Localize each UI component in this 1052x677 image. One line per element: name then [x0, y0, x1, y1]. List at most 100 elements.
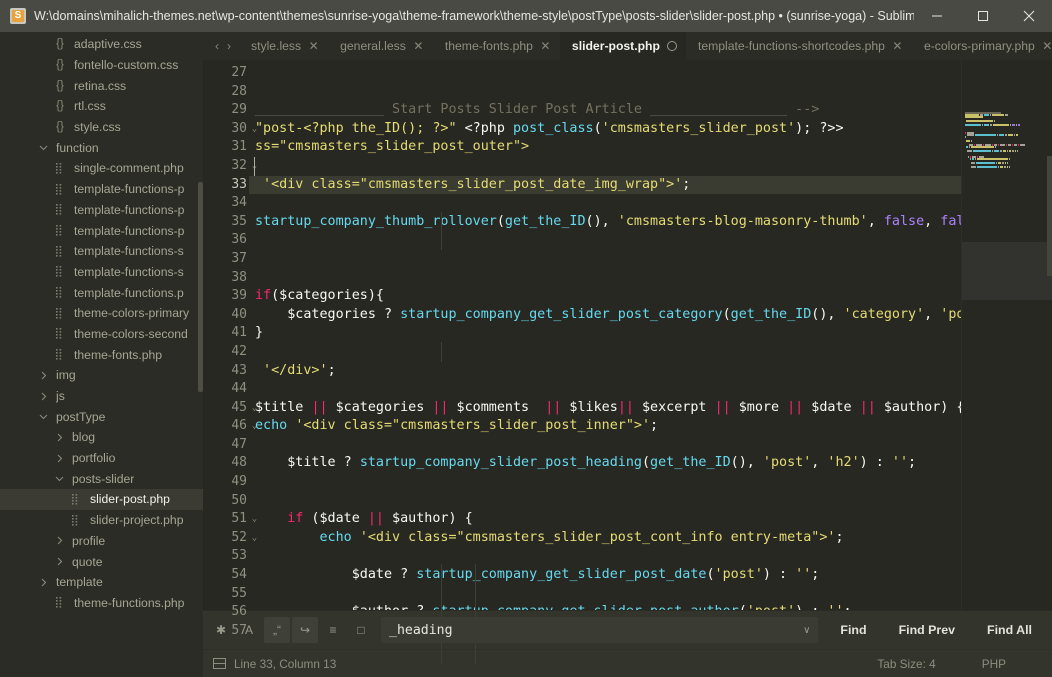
- tab-e-colors-primary-php[interactable]: e-colors-primary.php ✕: [912, 32, 1052, 60]
- find-history-dropdown-icon[interactable]: ∨: [797, 625, 810, 636]
- chevron-right-icon[interactable]: [36, 392, 50, 401]
- code-line[interactable]: [249, 436, 961, 455]
- tree-item-rtl-css[interactable]: {} rtl.css: [0, 96, 203, 117]
- code-content[interactable]: ________________ Start Posts Slider Post…: [249, 60, 961, 610]
- code-line[interactable]: $categories ? startup_company_get_slider…: [249, 306, 961, 325]
- code-line[interactable]: [249, 492, 961, 511]
- chevron-right-icon[interactable]: [52, 536, 66, 545]
- tree-item-theme-fonts-php[interactable]: theme-fonts.php: [0, 344, 203, 365]
- tree-item-posttype[interactable]: postType: [0, 406, 203, 427]
- minimap[interactable]: [961, 60, 1052, 610]
- code-line[interactable]: [249, 250, 961, 269]
- whole-word-toggle[interactable]: „“: [264, 617, 290, 643]
- code-line[interactable]: startup_company_thumb_rollover(get_the_I…: [249, 213, 961, 232]
- tab-close-icon[interactable]: ✕: [1042, 39, 1052, 53]
- minimize-button[interactable]: [914, 0, 960, 32]
- tab-prev-icon[interactable]: ‹: [211, 39, 223, 53]
- chevron-right-icon[interactable]: [36, 578, 50, 587]
- code-line[interactable]: $date ? startup_company_get_slider_post_…: [249, 566, 961, 585]
- code-line[interactable]: $title ? startup_company_slider_post_hea…: [249, 454, 961, 473]
- chevron-down-icon[interactable]: [36, 412, 50, 421]
- tree-item-theme-colors-second[interactable]: theme-colors-second: [0, 324, 203, 345]
- chevron-right-icon[interactable]: [52, 454, 66, 463]
- tree-item-template-functions-p[interactable]: template-functions-p: [0, 200, 203, 221]
- code-line[interactable]: echo '<div class="cmsmasters_slider_post…: [249, 529, 961, 548]
- code-line[interactable]: [249, 269, 961, 288]
- code-line[interactable]: $title || $categories || $comments || $l…: [249, 399, 961, 418]
- in-selection-toggle[interactable]: ≡: [320, 617, 346, 643]
- tree-item-js[interactable]: js: [0, 386, 203, 407]
- tree-item-slider-project-php[interactable]: slider-project.php: [0, 510, 203, 531]
- tree-item-blog[interactable]: blog: [0, 427, 203, 448]
- tree-item-retina-css[interactable]: {} retina.css: [0, 75, 203, 96]
- tab-navigation[interactable]: ‹ ›: [203, 32, 239, 60]
- tree-item-posts-slider[interactable]: posts-slider: [0, 468, 203, 489]
- close-button[interactable]: [1006, 0, 1052, 32]
- tree-item-profile[interactable]: profile: [0, 531, 203, 552]
- search-input[interactable]: _heading: [389, 623, 797, 638]
- find-input-wrapper[interactable]: _heading ∨: [381, 617, 819, 643]
- tree-item-template-functions-p[interactable]: template-functions-p: [0, 179, 203, 200]
- tree-item-quote[interactable]: quote: [0, 551, 203, 572]
- code-line[interactable]: [249, 343, 961, 362]
- tab-next-icon[interactable]: ›: [223, 39, 235, 53]
- code-line[interactable]: [249, 473, 961, 492]
- code-line[interactable]: "post-<?php the_ID(); ?>" <?php post_cla…: [249, 120, 961, 139]
- tab-close-icon[interactable]: ✕: [308, 39, 319, 53]
- tab-slider-post-php[interactable]: slider-post.php: [559, 32, 686, 60]
- chevron-down-icon[interactable]: [52, 474, 66, 483]
- tree-item-theme-colors-primary[interactable]: theme-colors-primary: [0, 303, 203, 324]
- find-all-button[interactable]: Find All: [971, 623, 1048, 637]
- cursor-position[interactable]: Line 33, Column 13: [234, 657, 336, 671]
- tree-item-template[interactable]: template: [0, 572, 203, 593]
- minimap-viewport[interactable]: [962, 242, 1052, 300]
- code-line[interactable]: '<div class="cmsmasters_slider_post_date…: [249, 175, 961, 195]
- code-line[interactable]: [249, 83, 961, 102]
- tree-item-portfolio[interactable]: portfolio: [0, 448, 203, 469]
- tree-item-fontello-custom-css[interactable]: {} fontello-custom.css: [0, 55, 203, 76]
- file-tree-sidebar[interactable]: {} adaptive.css {} fontello-custom.css {} ret…: [0, 32, 203, 677]
- tree-item-function[interactable]: function: [0, 137, 203, 158]
- tree-item-template-functions-p[interactable]: template-functions-p: [0, 220, 203, 241]
- chevron-down-icon[interactable]: [36, 143, 50, 152]
- code-line[interactable]: [249, 194, 961, 213]
- tree-item-template-functions-s[interactable]: template-functions-s: [0, 241, 203, 262]
- code-line[interactable]: [249, 585, 961, 604]
- maximize-button[interactable]: [960, 0, 1006, 32]
- tree-item-single-comment-php[interactable]: single-comment.php: [0, 158, 203, 179]
- code-line[interactable]: [249, 64, 961, 83]
- wrap-toggle[interactable]: ↪: [292, 617, 318, 643]
- unsaved-changes-icon[interactable]: [666, 41, 677, 51]
- code-line[interactable]: if($categories){: [249, 287, 961, 306]
- code-line[interactable]: ss="cmsmasters_slider_post_outer">: [249, 138, 961, 157]
- find-button[interactable]: Find: [824, 623, 882, 637]
- code-line[interactable]: echo '<div class="cmsmasters_slider_post…: [249, 417, 961, 436]
- tree-item-theme-functions-php[interactable]: theme-functions.php: [0, 593, 203, 614]
- chevron-right-icon[interactable]: [36, 371, 50, 380]
- syntax-label[interactable]: PHP: [982, 657, 1052, 671]
- editor-vertical-scrollbar[interactable]: [1047, 156, 1052, 276]
- chevron-right-icon[interactable]: [52, 433, 66, 442]
- code-line[interactable]: [249, 157, 961, 176]
- tree-item-style-css[interactable]: {} style.css: [0, 117, 203, 138]
- tree-item-img[interactable]: img: [0, 365, 203, 386]
- code-line[interactable]: $author ? startup_company_get_slider_pos…: [249, 603, 961, 610]
- find-prev-button[interactable]: Find Prev: [883, 623, 971, 637]
- code-line[interactable]: ________________ Start Posts Slider Post…: [249, 101, 961, 120]
- code-editor[interactable]: 27 28 29 30⌄31 32⌄33⌄34 35 36 37 38 39 40 41 42 43 44 4…: [203, 60, 1052, 664]
- highlight-results-toggle[interactable]: □: [348, 617, 374, 643]
- tab-close-icon[interactable]: ✕: [892, 39, 903, 53]
- tree-item-template-functions-p[interactable]: template-functions.p: [0, 282, 203, 303]
- code-line[interactable]: '</div>';: [249, 362, 961, 381]
- tab-style-less[interactable]: style.less ✕: [239, 32, 328, 60]
- tab-close-icon[interactable]: ✕: [540, 39, 551, 53]
- chevron-right-icon[interactable]: [52, 557, 66, 566]
- code-line[interactable]: }: [249, 324, 961, 343]
- code-line[interactable]: if ($date || $author) {: [249, 510, 961, 529]
- tab-theme-fonts-php[interactable]: theme-fonts.php ✕: [433, 32, 560, 60]
- tree-item-template-functions-s[interactable]: template-functions-s: [0, 262, 203, 283]
- tab-close-icon[interactable]: ✕: [413, 39, 424, 53]
- tree-item-slider-post-php[interactable]: slider-post.php: [0, 489, 203, 510]
- tree-item-adaptive-css[interactable]: {} adaptive.css: [0, 34, 203, 55]
- tab-size-label[interactable]: Tab Size: 4: [877, 657, 981, 671]
